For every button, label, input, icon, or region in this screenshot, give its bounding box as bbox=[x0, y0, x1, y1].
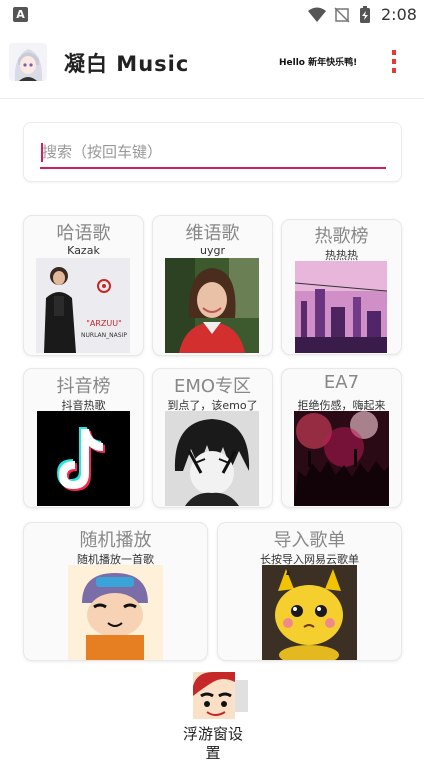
card-hot-songs[interactable]: 热歌榜 热热热 bbox=[281, 219, 402, 355]
app-notification-icon: A bbox=[13, 7, 28, 22]
card-title: 随机播放 bbox=[79, 530, 152, 551]
card-emo[interactable]: EMO专区 到点了，该emo了 bbox=[152, 368, 273, 508]
album-cover-image bbox=[165, 411, 259, 506]
status-time: 2:08 bbox=[381, 5, 417, 24]
card-random-play[interactable]: 随机播放 随机播放一首歌 bbox=[23, 522, 208, 661]
card-title: 抖音榜 bbox=[56, 376, 111, 397]
card-subtitle: uygr bbox=[200, 244, 225, 257]
battery-charging-icon bbox=[360, 6, 370, 23]
album-cover-image: "ARZUU" NURLAN_NASIP bbox=[36, 258, 130, 353]
album-title-text: "ARZUU" bbox=[86, 319, 122, 328]
more-vert-icon[interactable] bbox=[388, 48, 400, 76]
card-title: 维语歌 bbox=[185, 223, 240, 244]
status-bar: A 2:08 bbox=[0, 0, 424, 30]
card-douyin[interactable]: 抖音榜 抖音热歌 bbox=[23, 368, 144, 508]
card-kazak[interactable]: 哈语歌 Kazak "ARZUU" NURLAN_NASIP bbox=[23, 215, 144, 356]
album-cover-image bbox=[295, 261, 387, 353]
search-card bbox=[23, 122, 402, 182]
text-cursor bbox=[41, 143, 43, 162]
status-icons bbox=[308, 6, 370, 23]
album-cover-image bbox=[165, 258, 259, 353]
card-ea7[interactable]: EA7 拒绝伤感，嗨起来 bbox=[281, 368, 402, 508]
no-signal-icon bbox=[334, 7, 350, 23]
album-cover-image bbox=[68, 565, 163, 660]
card-subtitle: Kazak bbox=[67, 244, 100, 257]
search-input[interactable] bbox=[40, 139, 386, 169]
card-title: 热歌榜 bbox=[314, 226, 369, 247]
floating-window-icon[interactable] bbox=[193, 672, 248, 719]
greeting-text: Hello 新年快乐鸭! bbox=[279, 58, 358, 68]
card-title: EA7 bbox=[323, 372, 360, 393]
card-title: 导入歌单 bbox=[273, 530, 346, 551]
card-import-playlist[interactable]: 导入歌单 长按导入网易云歌单 bbox=[217, 522, 402, 661]
tiktok-logo-image bbox=[37, 411, 130, 506]
card-title: 哈语歌 bbox=[56, 223, 111, 244]
floating-window-label[interactable]: 浮游窗设置 bbox=[181, 725, 245, 763]
card-uyghur[interactable]: 维语歌 uygr bbox=[152, 215, 273, 356]
album-cover-image bbox=[262, 565, 357, 660]
avatar[interactable] bbox=[9, 43, 47, 81]
app-title: 凝白 Music bbox=[64, 52, 190, 76]
card-title: EMO专区 bbox=[173, 376, 252, 397]
app-bar: 凝白 Music Hello 新年快乐鸭! bbox=[0, 30, 424, 99]
wifi-icon bbox=[308, 7, 326, 22]
album-artist-text: NURLAN_NASIP bbox=[81, 332, 127, 339]
album-cover-image bbox=[294, 411, 389, 506]
